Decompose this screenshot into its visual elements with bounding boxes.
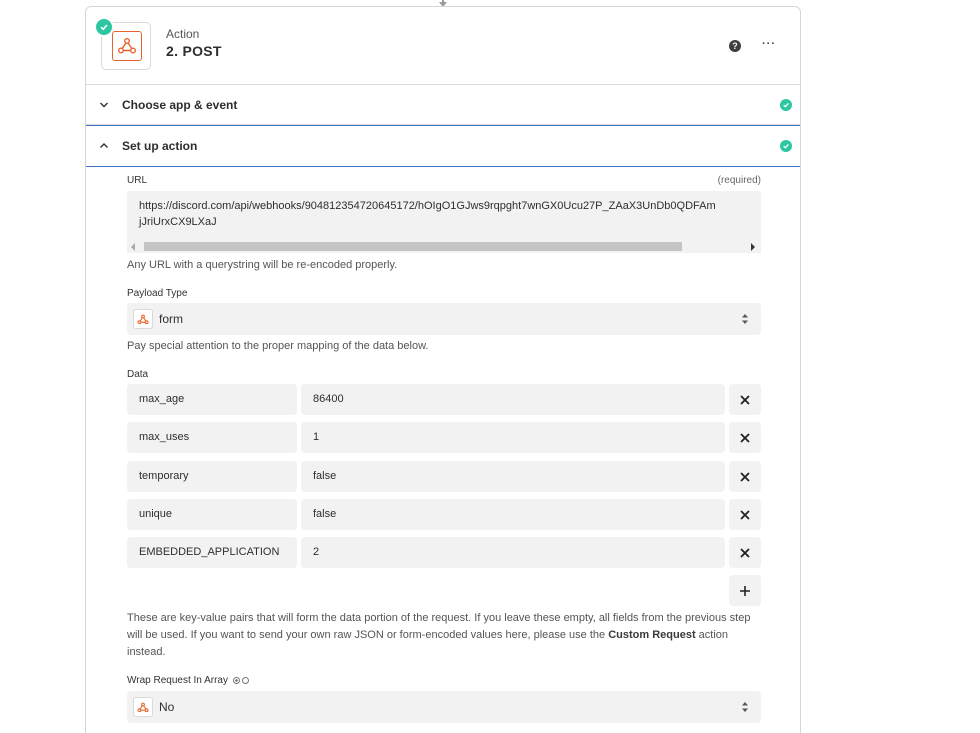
- select-updown-icon: [742, 702, 748, 712]
- wrap-request-select[interactable]: No: [127, 691, 761, 723]
- data-value-input[interactable]: 86400: [301, 384, 725, 415]
- chevron-up-icon: [100, 143, 108, 148]
- remove-row-button[interactable]: [729, 422, 761, 453]
- remove-row-button[interactable]: [729, 499, 761, 530]
- close-icon: [740, 509, 750, 520]
- section-complete-check-icon: [780, 99, 792, 111]
- webhook-icon: [133, 697, 153, 717]
- data-row: temporary false: [127, 461, 761, 492]
- data-row: EMBEDDED_APPLICATION 2: [127, 537, 761, 568]
- action-step-card: Action 2. POST ? ··· Choose app & event …: [85, 6, 801, 733]
- payload-type-hint: Pay special attention to the proper mapp…: [127, 340, 429, 352]
- chevron-down-icon: [100, 102, 108, 108]
- scroll-left-arrow-icon[interactable]: [131, 243, 135, 251]
- url-required-label: (required): [717, 175, 761, 186]
- data-row: max_age 86400: [127, 384, 761, 415]
- data-key-input[interactable]: EMBEDDED_APPLICATION: [127, 537, 297, 568]
- data-value-input[interactable]: 1: [301, 422, 725, 453]
- step-title[interactable]: 2. POST: [166, 43, 222, 59]
- data-key-input[interactable]: temporary: [127, 461, 297, 492]
- close-icon: [740, 471, 750, 482]
- url-horizontal-scrollbar[interactable]: [127, 240, 761, 253]
- plus-icon: [740, 585, 750, 596]
- section-choose-app-event[interactable]: Choose app & event: [86, 85, 800, 125]
- custom-request-link: Custom Request: [608, 629, 696, 641]
- add-row-button[interactable]: [729, 575, 761, 606]
- data-value-input[interactable]: false: [301, 499, 725, 530]
- data-key-input[interactable]: unique: [127, 499, 297, 530]
- url-label: URL: [127, 175, 148, 186]
- url-input[interactable]: https://discord.com/api/webhooks/9048123…: [127, 191, 761, 253]
- webhook-icon: [133, 309, 153, 329]
- close-icon: [740, 547, 750, 558]
- payload-type-label: Payload Type: [127, 288, 188, 299]
- data-key-input[interactable]: max_age: [127, 384, 297, 415]
- help-icon[interactable]: ?: [729, 40, 741, 52]
- payload-type-value: form: [159, 312, 183, 326]
- remove-row-button[interactable]: [729, 537, 761, 568]
- webhook-icon: [112, 31, 142, 61]
- section-complete-check-icon: [780, 140, 792, 152]
- data-label: Data: [127, 369, 149, 380]
- scroll-thumb[interactable]: [144, 242, 682, 251]
- data-value-input[interactable]: 2: [301, 537, 725, 568]
- scroll-right-arrow-icon[interactable]: [751, 243, 755, 251]
- url-value[interactable]: https://discord.com/api/webhooks/9048123…: [139, 198, 716, 230]
- more-options-icon[interactable]: ···: [762, 37, 776, 51]
- remove-row-button[interactable]: [729, 461, 761, 492]
- url-hint: Any URL with a querystring will be re-en…: [127, 259, 398, 271]
- data-description: These are key-value pairs that will form…: [127, 612, 751, 658]
- remove-row-button[interactable]: [729, 384, 761, 415]
- data-key-input[interactable]: max_uses: [127, 422, 297, 453]
- step-header[interactable]: Action 2. POST ? ···: [86, 7, 800, 85]
- data-row: max_uses 1: [127, 422, 761, 453]
- close-icon: [740, 432, 750, 443]
- radio-on-icon: [232, 676, 240, 684]
- data-value-input[interactable]: false: [301, 461, 725, 492]
- step-complete-check-icon: [94, 17, 114, 37]
- wrap-request-value: No: [159, 700, 175, 714]
- data-row: unique false: [127, 499, 761, 530]
- step-kind-label: Action: [166, 27, 200, 41]
- wrap-request-label: Wrap Request In Array: [127, 675, 249, 686]
- section-label: Choose app & event: [122, 98, 238, 112]
- section-label: Set up action: [122, 139, 198, 153]
- select-updown-icon: [742, 314, 748, 324]
- radio-off-icon: [241, 676, 249, 684]
- section-set-up-action[interactable]: Set up action: [86, 125, 800, 167]
- close-icon: [740, 394, 750, 405]
- payload-type-select[interactable]: form: [127, 303, 761, 335]
